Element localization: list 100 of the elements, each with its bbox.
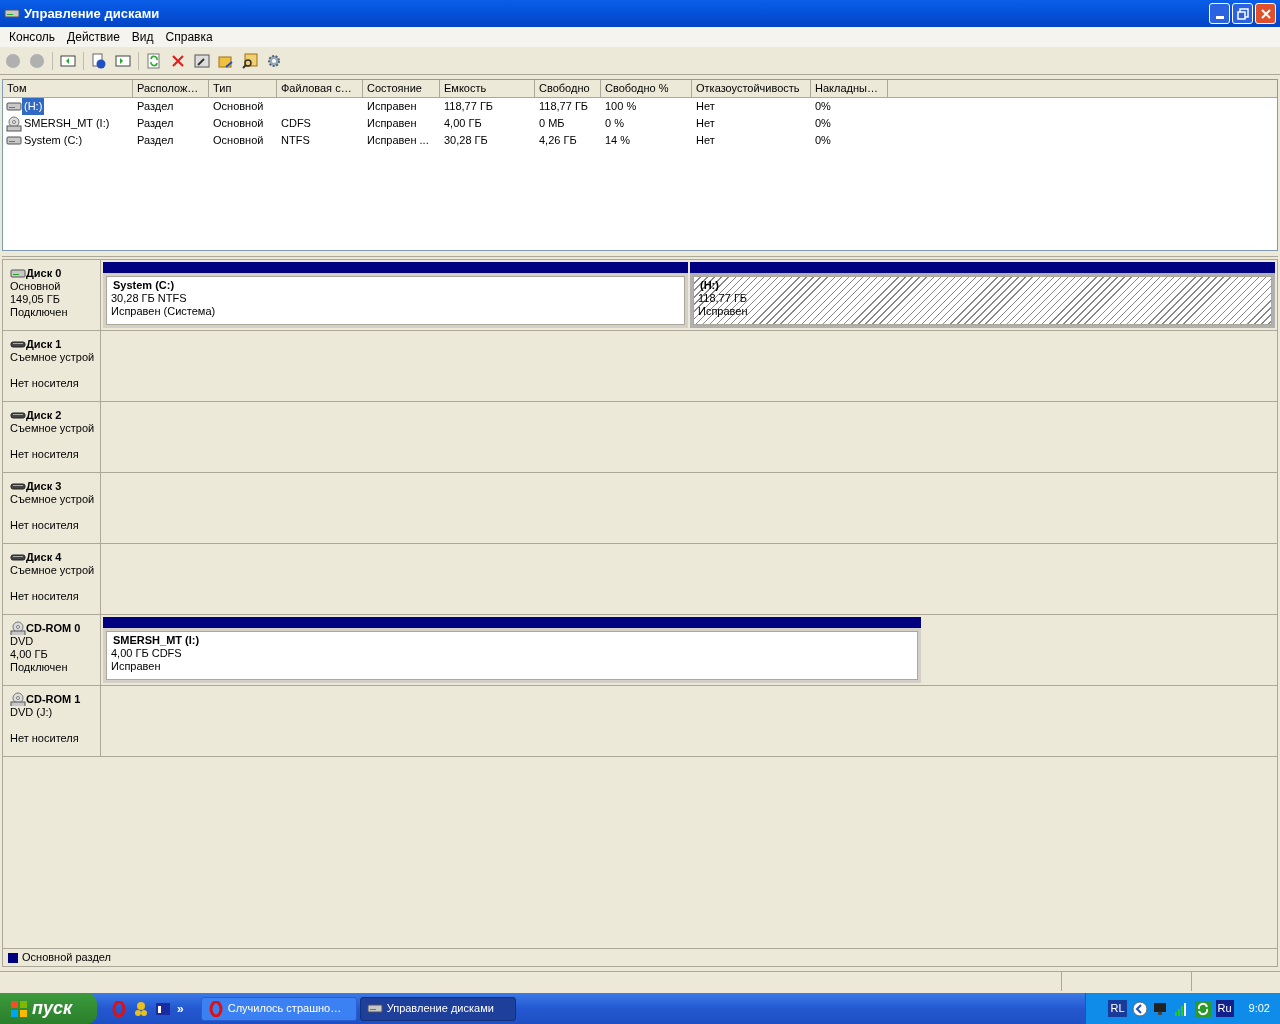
close-button[interactable] bbox=[1255, 3, 1276, 24]
disk-name: CD-ROM 0 bbox=[26, 621, 81, 635]
maximize-button[interactable] bbox=[1232, 3, 1253, 24]
minimize-icon bbox=[1215, 16, 1224, 19]
messenger-launch-icon[interactable] bbox=[133, 1000, 149, 1017]
table-cell-text: 118,77 ГБ bbox=[539, 99, 589, 115]
cd-drive-icon bbox=[6, 115, 22, 132]
table-cell-text: 0% bbox=[815, 99, 831, 115]
table-cell-text: Исправен bbox=[367, 99, 417, 115]
partition-status: Исправен (Система) bbox=[111, 305, 217, 318]
partition-size: 4,00 ГБ CDFS bbox=[111, 647, 183, 660]
partition-status: Исправен bbox=[111, 660, 162, 673]
column-header[interactable]: Накладны… bbox=[811, 80, 888, 97]
clock: 9:02 bbox=[1248, 1001, 1270, 1017]
more-button[interactable]: » bbox=[177, 999, 184, 1018]
disk-info: Съемное устрой bbox=[10, 422, 95, 434]
table-cell-text: 4,26 ГБ bbox=[539, 133, 577, 149]
legend-label: Основной раздел bbox=[22, 950, 111, 966]
partition-block[interactable]: (H:) 118,77 ГБ Исправен bbox=[690, 262, 1275, 328]
start-button[interactable]: пуск bbox=[0, 993, 97, 1024]
minimize-button[interactable] bbox=[1209, 3, 1230, 24]
table-cell-text: 0% bbox=[815, 116, 831, 132]
table-cell-text: Основной bbox=[213, 99, 264, 115]
language-indicator[interactable]: RL bbox=[1108, 1000, 1127, 1017]
chevron-left-icon bbox=[1131, 1000, 1148, 1017]
column-header[interactable]: Отказоустойчивость bbox=[692, 80, 811, 97]
partition-size: 30,28 ГБ NTFS bbox=[111, 292, 188, 305]
table-cell-text: Раздел bbox=[137, 116, 174, 132]
partition-name: SMERSH_MT (I:) bbox=[112, 634, 201, 647]
disk-info: Съемное устрой bbox=[10, 493, 95, 505]
partition-name: System (C:) bbox=[112, 279, 176, 292]
disk-info: Съемное устрой bbox=[10, 351, 95, 363]
partition-block[interactable]: SMERSH_MT (I:) 4,00 ГБ CDFS Исправен bbox=[103, 617, 921, 683]
table-cell-text: Нет bbox=[696, 99, 715, 115]
column-header[interactable]: Располож… bbox=[133, 80, 209, 97]
disk-info: 4,00 ГБ bbox=[10, 648, 48, 660]
disk-info: DVD (J:) bbox=[10, 706, 53, 718]
table-cell-text: 30,28 ГБ bbox=[444, 133, 488, 149]
column-header[interactable]: Свободно bbox=[535, 80, 601, 97]
disk-info: 149,05 ГБ bbox=[10, 293, 60, 305]
column-header[interactable]: Том bbox=[3, 80, 133, 97]
disk-name: Диск 2 bbox=[26, 408, 62, 422]
input-language-indicator[interactable]: Ru bbox=[1215, 1000, 1234, 1017]
disk-info: Нет носителя bbox=[10, 590, 79, 602]
partition-status: Исправен bbox=[698, 305, 749, 318]
column-header[interactable]: Состояние bbox=[363, 80, 440, 97]
menu-item[interactable]: Вид bbox=[125, 28, 160, 46]
table-cell-text: Основной bbox=[213, 116, 264, 132]
table-cell-text: NTFS bbox=[281, 133, 310, 149]
taskbar-button[interactable]: Управление дисками bbox=[359, 996, 516, 1021]
disk-name: CD-ROM 1 bbox=[26, 692, 81, 706]
volume-name[interactable]: System (C:) bbox=[22, 132, 85, 149]
refresh-button[interactable] bbox=[145, 51, 163, 70]
disk-info: Нет носителя bbox=[10, 377, 79, 389]
table-cell-text: Нет bbox=[696, 116, 715, 132]
table-cell-text: Раздел bbox=[137, 99, 174, 115]
table-cell-text: Основной bbox=[213, 133, 264, 149]
menu-item[interactable]: Консоль bbox=[3, 28, 62, 46]
column-header[interactable]: Тип bbox=[209, 80, 277, 97]
volume-name[interactable]: SMERSH_MT (I:) bbox=[22, 115, 112, 132]
table-cell-text: Нет bbox=[696, 133, 715, 149]
disk-name: Диск 1 bbox=[26, 337, 62, 351]
partition-block[interactable]: System (C:) 30,28 ГБ NTFS Исправен (Система) bbox=[103, 262, 688, 328]
table-cell-text: 100 % bbox=[605, 99, 637, 115]
table-cell-text: Исправен bbox=[367, 116, 417, 132]
disk-drive-icon bbox=[10, 266, 26, 280]
table-cell-text: 118,77 ГБ bbox=[444, 99, 494, 115]
table-cell-text: Раздел bbox=[137, 133, 174, 149]
browser-icon bbox=[207, 1000, 224, 1017]
disk-name: Диск 0 bbox=[26, 266, 62, 280]
column-header[interactable]: Файловая с… bbox=[277, 80, 363, 97]
windows-logo-icon bbox=[10, 999, 28, 1018]
table-cell-text: 0 % bbox=[605, 116, 624, 132]
disk-info: Подключен bbox=[10, 306, 68, 318]
table-cell-text: 14 % bbox=[605, 133, 631, 149]
help-button[interactable] bbox=[90, 51, 108, 70]
table-cell-text: Исправен ... bbox=[367, 133, 429, 149]
media-launch-icon[interactable] bbox=[155, 1000, 171, 1017]
volume-name[interactable]: (H:) bbox=[22, 98, 45, 115]
explore-button[interactable] bbox=[241, 51, 259, 70]
maximize-icon bbox=[1234, 5, 1251, 22]
network-monitor-icon bbox=[1152, 1000, 1169, 1017]
sync-arrows-icon bbox=[1194, 1000, 1211, 1017]
partition-name: (H:) bbox=[699, 279, 720, 292]
disk-info: Нет носителя bbox=[10, 448, 79, 460]
menu-item[interactable]: Справка bbox=[159, 28, 219, 46]
properties-button[interactable] bbox=[193, 51, 211, 70]
disk-info: Нет носителя bbox=[10, 519, 79, 531]
menu-item[interactable]: Действие bbox=[61, 28, 126, 46]
table-cell-text: 0 МБ bbox=[539, 116, 565, 132]
disk-info: Подключен bbox=[10, 661, 68, 673]
partition-size: 118,77 ГБ bbox=[698, 292, 749, 305]
taskbar-button[interactable]: Случилось страшно… bbox=[200, 996, 357, 1021]
disk-info: Нет носителя bbox=[10, 732, 79, 744]
column-header[interactable]: Емкость bbox=[440, 80, 535, 97]
column-header[interactable]: Свободно % bbox=[601, 80, 692, 97]
cd-drive-icon bbox=[10, 692, 26, 706]
table-cell-text: 0% bbox=[815, 133, 831, 149]
disk-info: Основной bbox=[10, 280, 61, 292]
table-cell-text: CDFS bbox=[281, 116, 311, 132]
